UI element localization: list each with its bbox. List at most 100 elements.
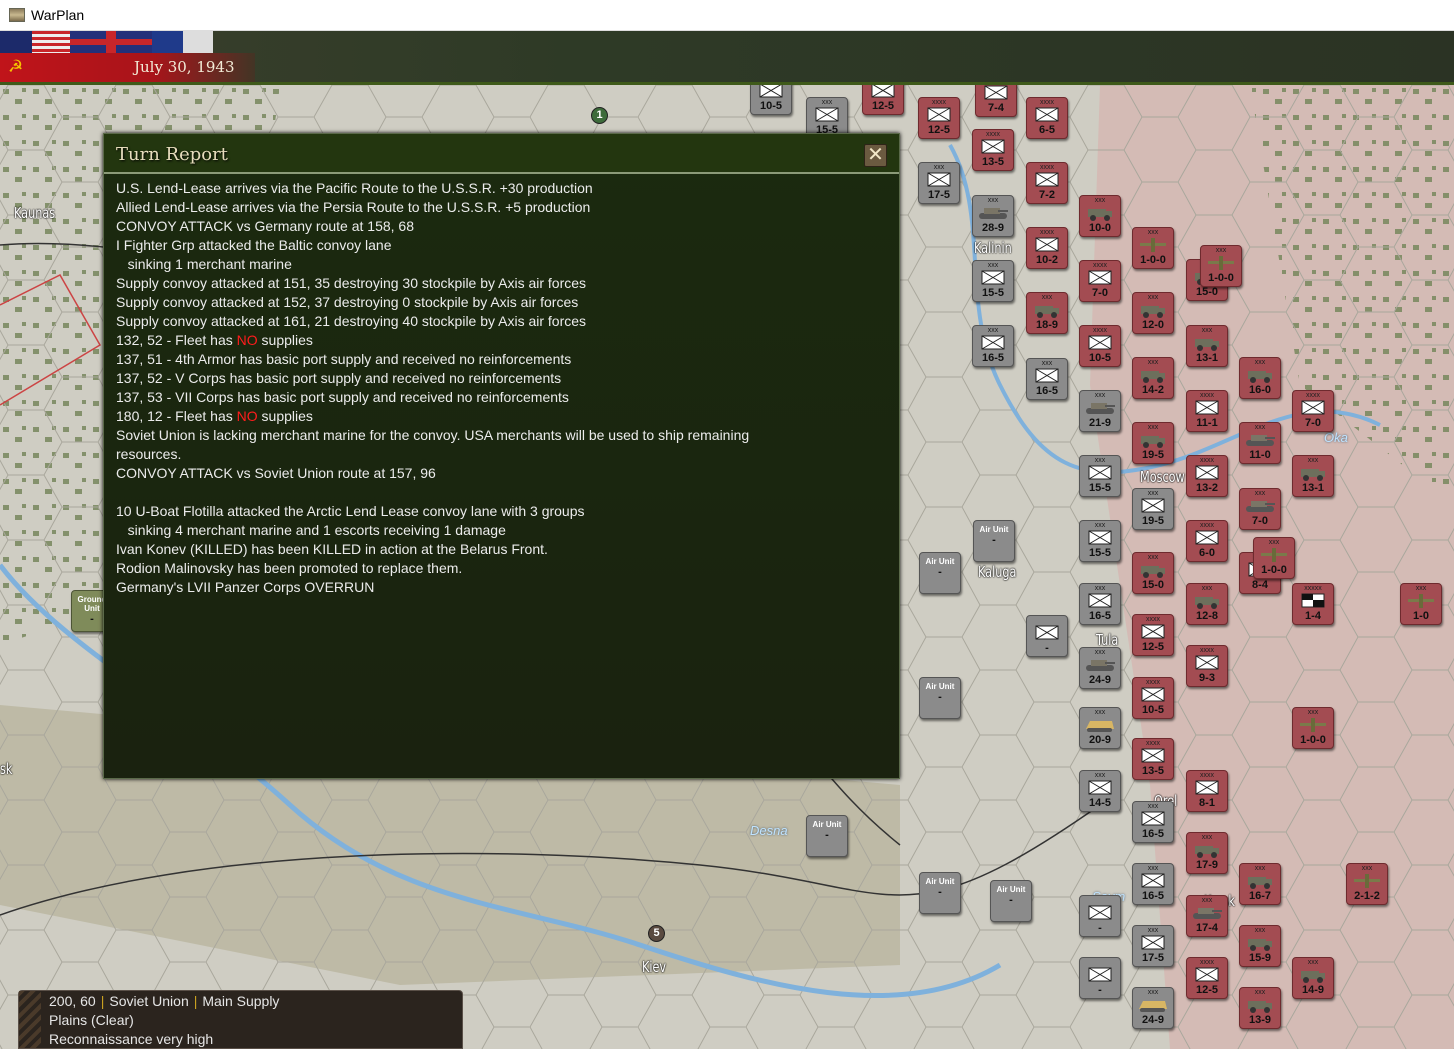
unit-counter-inf[interactable]: xxx 16-5 <box>1132 801 1174 843</box>
unit-counter-hq[interactable]: xxxxx 1-4 <box>1292 583 1334 625</box>
truck-icon <box>1240 935 1280 952</box>
unit-counter-inf[interactable]: 12-5 <box>862 85 904 115</box>
unit-counter-tank[interactable]: xxx 11-0 <box>1239 422 1281 464</box>
unit-counter-inf[interactable]: - <box>1026 615 1068 657</box>
unit-counter-inf[interactable]: xxx 15-5 <box>972 260 1014 302</box>
unit-strength: 12-5 <box>871 100 895 112</box>
allied-flags <box>0 31 213 53</box>
report-line: 137, 52 - V Corps has basic port supply … <box>116 370 562 386</box>
unit-strength: 19-5 <box>1141 449 1165 461</box>
unit-counter-truck[interactable]: xxx 12-8 <box>1186 583 1228 625</box>
unit-counter-airunit[interactable]: Air Unit - <box>990 880 1032 922</box>
unit-counter-truck[interactable]: xxx 14-9 <box>1292 957 1334 999</box>
unit-counter-truck[interactable]: xxx 16-0 <box>1239 357 1281 399</box>
unit-counter-air[interactable]: xxx 1-0 <box>1400 583 1442 625</box>
unit-counter-tank[interactable]: xxx 24-9 <box>1079 647 1121 689</box>
unit-counter-inf[interactable]: xxxx 7-2 <box>1026 162 1068 204</box>
unit-counter-halftrack[interactable]: xxx 20-9 <box>1079 707 1121 749</box>
unit-counter-air[interactable]: xxx 1-0-0 <box>1200 245 1242 287</box>
unit-counter-truck[interactable]: xxx 18-9 <box>1026 292 1068 334</box>
unit-counter-inf[interactable]: xxxx 13-5 <box>1132 738 1174 780</box>
unit-counter-inf[interactable]: xxxx 10-5 <box>1132 677 1174 719</box>
unit-counter-inf[interactable]: xxxx 12-5 <box>918 97 960 139</box>
unit-counter-airunit[interactable]: Air Unit - <box>919 677 961 719</box>
unit-counter-inf[interactable]: xxxx 13-5 <box>972 129 1014 171</box>
unit-counter-inf[interactable]: xxxx 10-5 <box>1079 325 1121 367</box>
air-icon <box>1401 593 1441 610</box>
unit-strength: 10-2 <box>1035 254 1059 266</box>
unit-counter-inf[interactable]: xxx 16-5 <box>972 325 1014 367</box>
truck-icon <box>1133 562 1173 579</box>
unit-counter-inf[interactable]: xxx 15-5 <box>1079 520 1121 562</box>
unit-counter-inf[interactable]: xxxx 9-3 <box>1186 645 1228 687</box>
unit-counter-airunit[interactable]: Air Unit - <box>973 520 1015 562</box>
unit-counter-inf[interactable]: xxx 16-5 <box>1079 583 1121 625</box>
unit-counter-inf[interactable]: xxxx 10-2 <box>1026 227 1068 269</box>
unit-counter-truck[interactable]: xxx 17-9 <box>1186 832 1228 874</box>
unit-size: xxx <box>1201 834 1213 841</box>
unit-size: xxxx <box>1200 457 1214 464</box>
report-line: Germany's LVII Panzer Corps OVERRUN <box>116 579 375 595</box>
unit-counter-inf[interactable]: xxxx 6-0 <box>1186 520 1228 562</box>
unit-counter-inf[interactable]: - <box>1079 957 1121 999</box>
unit-counter-inf[interactable]: 7-4 <box>975 85 1017 117</box>
unit-counter-truck[interactable]: xxx 13-1 <box>1186 325 1228 367</box>
unit-counter-truck[interactable]: xxx 14-2 <box>1132 357 1174 399</box>
unit-counter-truck[interactable]: xxx 12-0 <box>1132 292 1174 334</box>
objective-marker[interactable]: 1 <box>591 107 608 124</box>
unit-counter-truck[interactable]: xxx 15-9 <box>1239 925 1281 967</box>
unit-size: xxx <box>1307 959 1319 966</box>
unit-counter-truck[interactable]: xxx 13-1 <box>1292 455 1334 497</box>
close-button[interactable]: ✕ <box>864 144 887 167</box>
report-line: 10 U-Boat Flotilla attacked the Arctic L… <box>116 503 585 519</box>
unit-counter-inf[interactable]: xxxx 11-1 <box>1186 390 1228 432</box>
unit-size: xxx <box>933 164 945 171</box>
tank-icon <box>1080 400 1120 417</box>
unit-counter-inf[interactable]: xxx 15-5 <box>1079 455 1121 497</box>
unit-counter-inf[interactable]: xxx 17-5 <box>918 162 960 204</box>
unit-counter-inf[interactable]: xxx 19-5 <box>1132 488 1174 530</box>
unit-counter-air[interactable]: xxx 1-0-0 <box>1253 537 1295 579</box>
unit-counter-tank[interactable]: xxx 17-4 <box>1186 895 1228 937</box>
unit-counter-inf[interactable]: xxxx 12-5 <box>1186 957 1228 999</box>
unit-counter-air[interactable]: xxx 2-1-2 <box>1346 863 1388 905</box>
unit-counter-inf[interactable]: xxx 16-5 <box>1132 863 1174 905</box>
unit-counter-truck[interactable]: xxx 16-7 <box>1239 863 1281 905</box>
unit-counter-inf[interactable]: xxxx 13-2 <box>1186 455 1228 497</box>
unit-counter-tank[interactable]: xxx 28-9 <box>972 195 1014 237</box>
report-text-segment: 132, 52 - Fleet has <box>116 332 237 348</box>
unit-counter-inf[interactable]: xxxx 6-5 <box>1026 97 1068 139</box>
unit-counter-inf[interactable]: xxx 16-5 <box>1026 358 1068 400</box>
report-line: I Fighter Grp attacked the Baltic convoy… <box>116 237 392 253</box>
unit-counter-truck[interactable]: xxx 13-9 <box>1239 987 1281 1029</box>
unit-counter-tank[interactable]: xxx 7-0 <box>1239 488 1281 530</box>
unit-counter-inf[interactable]: 10-5 <box>750 85 792 115</box>
unit-size: xxx <box>1094 649 1106 656</box>
unit-counter-airunit[interactable]: Air Unit - <box>919 872 961 914</box>
unit-counter-halftrack[interactable]: xxx 24-9 <box>1132 987 1174 1029</box>
unit-counter-truck[interactable]: xxx 15-0 <box>1132 552 1174 594</box>
objective-marker[interactable]: 5 <box>648 925 665 942</box>
report-line: Soviet Union is lacking merchant marine … <box>116 427 750 443</box>
unit-counter-truck[interactable]: xxx 10-0 <box>1079 195 1121 237</box>
unit-counter-tank[interactable]: xxx 21-9 <box>1079 390 1121 432</box>
unit-counter-air[interactable]: xxx 1-0-0 <box>1292 707 1334 749</box>
unit-counter-truck[interactable]: xxx 19-5 <box>1132 422 1174 464</box>
unit-counter-airunit[interactable]: Air Unit - <box>919 552 961 594</box>
unit-size: xxx <box>1201 897 1213 904</box>
unit-strength: 24-9 <box>1141 1014 1165 1026</box>
separator: | <box>193 993 198 1009</box>
unit-counter-inf[interactable]: xxxx 8-1 <box>1186 770 1228 812</box>
unit-counter-inf[interactable]: xxx 14-5 <box>1079 770 1121 812</box>
unit-counter-airunit[interactable]: Air Unit - <box>806 815 848 857</box>
unit-counter-inf[interactable]: xxxx 12-5 <box>1132 614 1174 656</box>
window-titlebar: WarPlan <box>0 0 1454 31</box>
unit-counter-inf[interactable]: xxx 17-5 <box>1132 925 1174 967</box>
unit-counter-inf[interactable]: xxxx 7-0 <box>1292 390 1334 432</box>
inf-icon <box>1133 935 1173 952</box>
unit-counter-inf[interactable]: - <box>1079 895 1121 937</box>
inf-icon <box>1187 400 1227 417</box>
unit-counter-air[interactable]: xxx 1-0-0 <box>1132 227 1174 269</box>
unit-counter-inf[interactable]: xxxx 7-0 <box>1079 260 1121 302</box>
city-label: Kaunas <box>14 204 56 222</box>
